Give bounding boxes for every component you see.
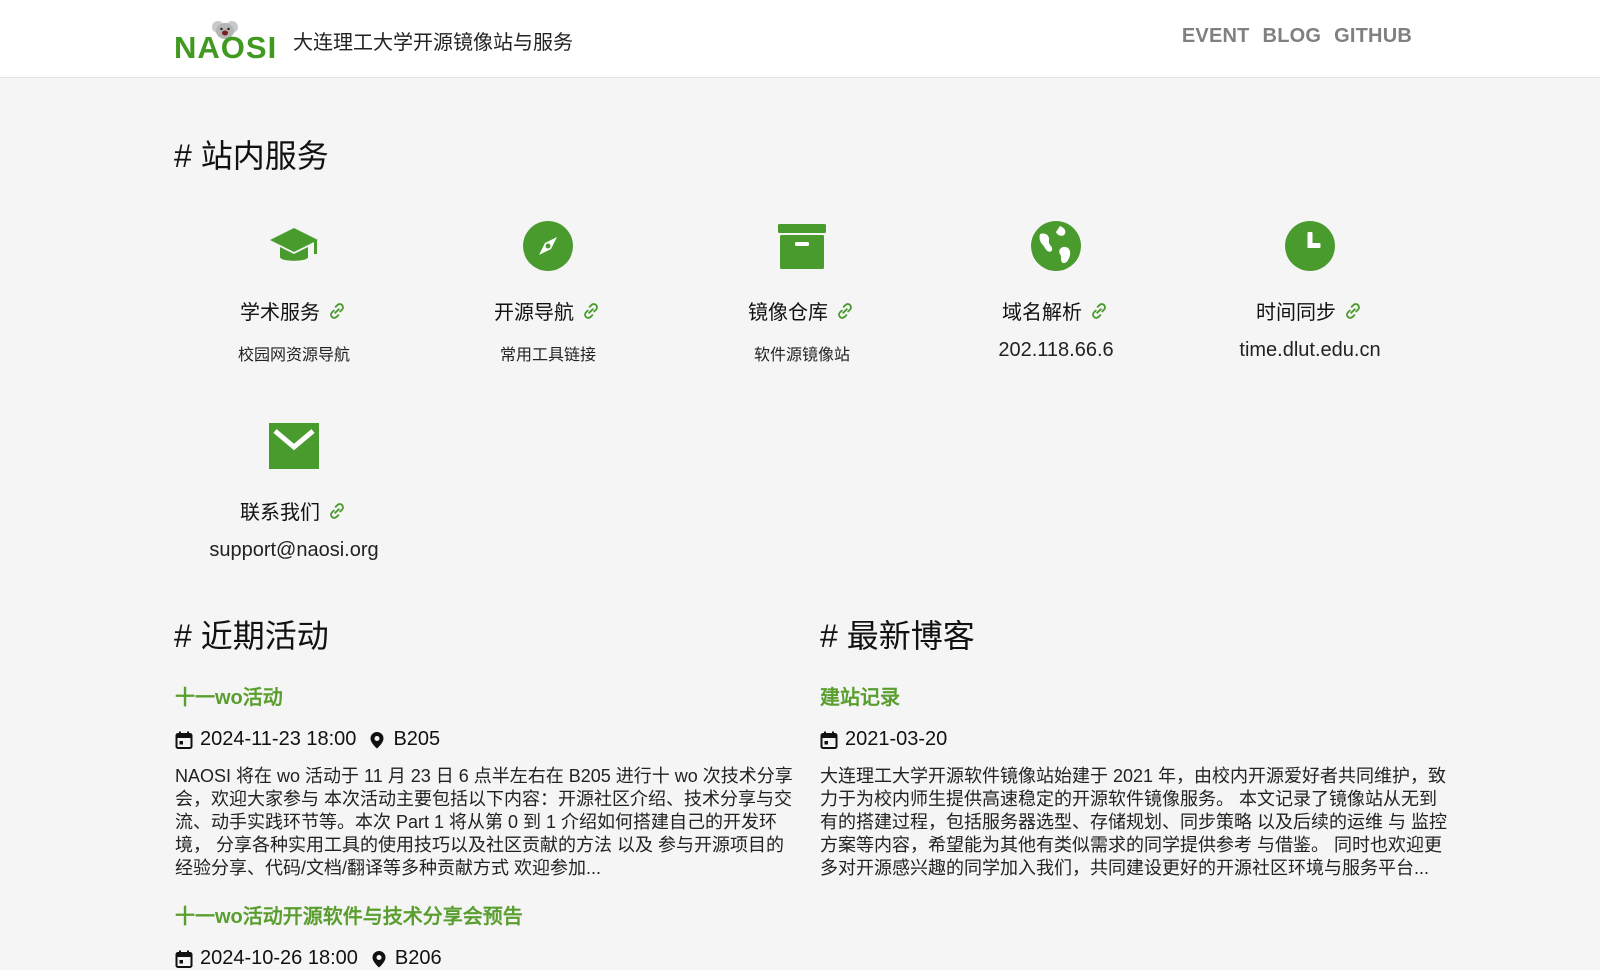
link-icon[interactable] bbox=[326, 300, 348, 322]
service-name-text: 镜像仓库 bbox=[748, 302, 828, 324]
service-desc: time.dlut.edu.cn bbox=[1239, 339, 1381, 361]
service-name[interactable]: 时间同步 bbox=[1190, 296, 1430, 325]
nav-github[interactable]: GITHUB bbox=[1334, 25, 1412, 48]
events-list: 十一wo活动 2024-11-23 18:00 B205 NAOSI 将在 wo… bbox=[175, 681, 805, 970]
service-name[interactable]: 联系我们 bbox=[174, 496, 414, 525]
link-icon[interactable] bbox=[326, 500, 348, 522]
services-heading: # 站内服务 bbox=[174, 138, 329, 174]
link-icon[interactable] bbox=[1088, 300, 1110, 322]
archive-box-icon bbox=[776, 220, 828, 272]
service-name[interactable]: 开源导航 bbox=[428, 296, 668, 325]
main-nav: EVENT BLOG GITHUB bbox=[1182, 25, 1412, 48]
calendar-icon bbox=[820, 731, 838, 749]
site-title[interactable]: 大连理工大学开源镜像站与服务 bbox=[293, 26, 573, 55]
graduation-cap-icon bbox=[268, 220, 320, 272]
service-card-navigation: 开源导航 常用工具链接 bbox=[428, 220, 668, 365]
service-card-ntp: 时间同步 time.dlut.edu.cn bbox=[1190, 220, 1430, 362]
service-card-contact: 联系我们 support@naosi.org bbox=[174, 420, 414, 562]
service-desc: 软件源镜像站 bbox=[753, 347, 850, 364]
calendar-icon bbox=[175, 950, 193, 968]
service-name-text: 联系我们 bbox=[240, 502, 320, 524]
service-name[interactable]: 学术服务 bbox=[174, 296, 414, 325]
link-icon[interactable] bbox=[580, 300, 602, 322]
compass-icon bbox=[522, 220, 574, 272]
services-grid: 学术服务 校园网资源导航 开源导航 常用工具链接 镜像仓库 软件源镜像站 域名解… bbox=[174, 200, 1444, 580]
blog-item: 建站记录 2021-03-20 大连理工大学开源软件镜像站始建于 2021 年，… bbox=[820, 681, 1450, 880]
service-card-mirror: 镜像仓库 软件源镜像站 bbox=[682, 220, 922, 365]
events-heading: # 近期活动 bbox=[174, 618, 329, 654]
event-title-link[interactable]: 十一wo活动 bbox=[175, 681, 805, 710]
service-name-text: 时间同步 bbox=[1256, 302, 1336, 324]
event-location-text: B205 bbox=[393, 728, 441, 750]
service-name[interactable]: 域名解析 bbox=[936, 296, 1176, 325]
event-excerpt: NAOSI 将在 wo 活动于 11 月 23 日 6 点半左右在 B205 进… bbox=[175, 766, 793, 878]
event-date: 2024-10-26 18:00 bbox=[200, 947, 358, 969]
service-name[interactable]: 镜像仓库 bbox=[682, 296, 922, 325]
blog-title-link[interactable]: 建站记录 bbox=[820, 681, 1450, 710]
calendar-icon bbox=[175, 731, 193, 749]
location-pin-icon bbox=[370, 731, 384, 748]
logo-text: NAOSI bbox=[174, 30, 277, 60]
event-location-text: B206 bbox=[394, 947, 442, 969]
service-card-academic: 学术服务 校园网资源导航 bbox=[174, 220, 414, 365]
event-meta: 2024-10-26 18:00 B206 bbox=[175, 947, 805, 970]
event-item: 十一wo活动 2024-11-23 18:00 B205 NAOSI 将在 wo… bbox=[175, 681, 805, 880]
top-header: NAOSI 大连理工大学开源镜像站与服务 EVENT BLOG GITHUB bbox=[0, 0, 1600, 78]
mail-icon bbox=[268, 420, 320, 472]
event-location: B206 bbox=[370, 947, 442, 970]
event-title-link[interactable]: 十一wo活动开源软件与技术分享会预告 bbox=[175, 900, 805, 929]
event-location: B205 bbox=[368, 728, 440, 751]
blog-excerpt: 大连理工大学开源软件镜像站始建于 2021 年，由校内开源爱好者共同维护，致力于… bbox=[820, 766, 1447, 878]
event-date: 2024-11-23 18:00 bbox=[200, 728, 357, 750]
service-desc: support@naosi.org bbox=[209, 539, 379, 561]
service-desc: 常用工具链接 bbox=[499, 347, 596, 364]
blog-list: 建站记录 2021-03-20 大连理工大学开源软件镜像站始建于 2021 年，… bbox=[820, 681, 1450, 880]
nav-event[interactable]: EVENT bbox=[1182, 25, 1250, 48]
link-icon[interactable] bbox=[1342, 300, 1364, 322]
blog-meta: 2021-03-20 bbox=[820, 728, 1450, 751]
service-card-dns: 域名解析 202.118.66.6 bbox=[936, 220, 1176, 362]
location-pin-icon bbox=[372, 950, 386, 967]
service-desc: 校园网资源导航 bbox=[237, 347, 350, 364]
event-meta: 2024-11-23 18:00 B205 bbox=[175, 728, 805, 751]
blog-date: 2021-03-20 bbox=[845, 728, 948, 750]
service-name-text: 开源导航 bbox=[494, 302, 574, 324]
service-name-text: 学术服务 bbox=[240, 302, 320, 324]
blog-heading: # 最新博客 bbox=[820, 618, 975, 654]
globe-icon bbox=[1030, 220, 1082, 272]
service-name-text: 域名解析 bbox=[1002, 302, 1082, 324]
link-icon[interactable] bbox=[834, 300, 856, 322]
nav-blog[interactable]: BLOG bbox=[1263, 25, 1322, 48]
event-item: 十一wo活动开源软件与技术分享会预告 2024-10-26 18:00 B206 bbox=[175, 900, 805, 970]
clock-icon bbox=[1284, 220, 1336, 272]
service-desc: 202.118.66.6 bbox=[998, 339, 1114, 361]
naosi-logo[interactable]: NAOSI bbox=[174, 18, 282, 65]
